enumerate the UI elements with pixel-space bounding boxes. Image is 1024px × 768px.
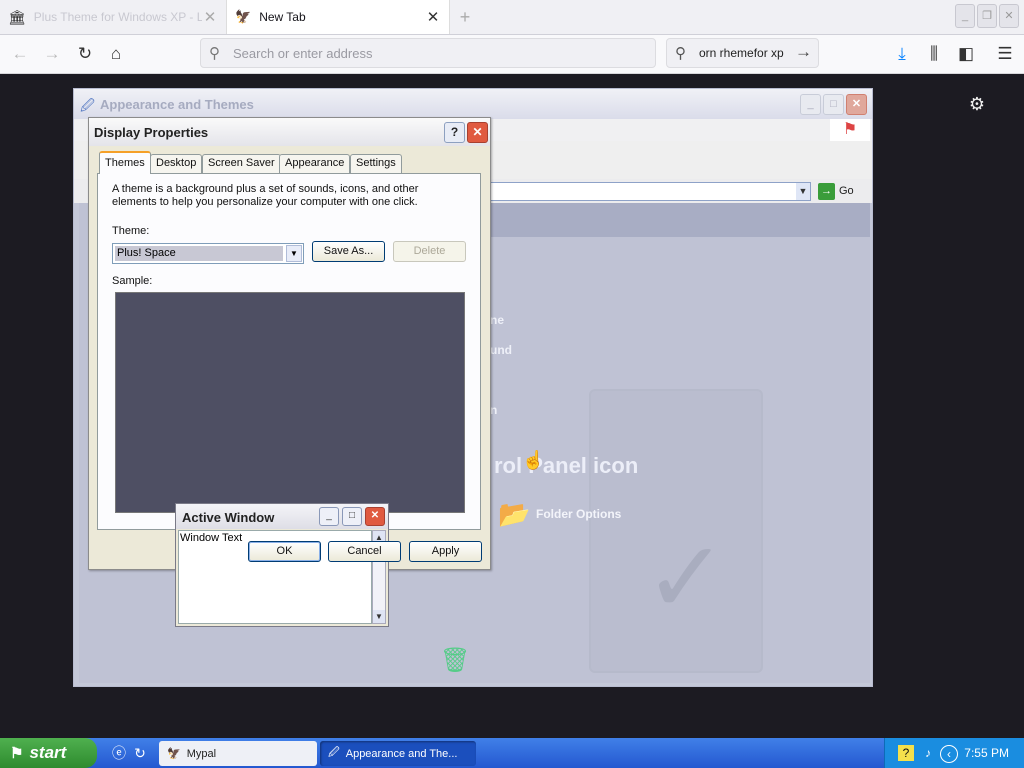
plus-icon[interactable]: + — [454, 6, 476, 28]
task-link[interactable]: und — [490, 343, 512, 357]
preview-title: Active Window — [182, 510, 275, 525]
ok-button[interactable]: OK — [248, 541, 321, 562]
search-query: orn rhemefor xp — [699, 46, 784, 60]
delete-button[interactable]: Delete — [393, 241, 466, 262]
taskbar-item-mypal[interactable]: 🦅 Mypal — [159, 741, 317, 766]
save-as-button[interactable]: Save As... — [312, 241, 385, 262]
maximize-button[interactable]: □ — [823, 94, 844, 115]
search-box[interactable]: ⚲ orn rhemefor xp → — [666, 38, 819, 68]
nav-toolbar: ← → ↻ ⌂ ⚲ Search or enter address ⚲ orn … — [0, 35, 1024, 74]
dialog-titlebar[interactable]: Display Properties ? ✕ — [89, 118, 490, 146]
sample-preview: Active Window _ □ ✕ Window Text ▲ ▼ 🗑 — [115, 292, 470, 674]
home-icon[interactable]: ⌂ — [104, 42, 128, 66]
theme-select[interactable]: Plus! Space ▼ — [112, 243, 304, 264]
go-label: Go — [839, 185, 854, 197]
minimize-icon: _ — [319, 507, 339, 526]
address-placeholder: Search or enter address — [233, 46, 373, 61]
speaker-icon[interactable]: ♪ — [920, 745, 936, 761]
reload-icon[interactable]: ↻ — [73, 42, 97, 66]
back-icon[interactable]: ← — [8, 42, 32, 66]
forward-icon[interactable]: → — [40, 42, 64, 66]
address-bar[interactable]: ⚲ Search or enter address — [200, 38, 656, 68]
close-icon[interactable]: ✕ — [999, 4, 1019, 28]
close-icon: ✕ — [365, 507, 385, 526]
restore-icon[interactable]: ❐ — [977, 4, 997, 28]
close-button[interactable]: ✕ — [467, 122, 488, 143]
gear-icon[interactable]: ⚙ — [967, 94, 987, 114]
tab-screen-saver[interactable]: Screen Saver — [202, 154, 281, 173]
task-label: Mypal — [186, 747, 217, 760]
theme-label: Theme: — [112, 225, 150, 237]
tab-themes[interactable]: Themes — [99, 151, 151, 174]
sidebar-icon[interactable]: ◧ — [954, 42, 978, 66]
close-button[interactable]: ✕ — [846, 94, 867, 115]
minimize-icon[interactable]: _ — [955, 4, 975, 28]
menu-icon[interactable]: ☰ — [993, 42, 1017, 66]
start-button[interactable]: ⚑ start — [0, 738, 97, 768]
go-button[interactable]: → Go — [818, 182, 854, 200]
close-tab-icon[interactable]: ✕ — [425, 8, 441, 26]
tab-title: Plus Theme for Windows XP - Lo.. — [33, 10, 202, 24]
internet-explorer-icon[interactable]: ⓔ — [110, 744, 128, 762]
minimize-button[interactable]: _ — [800, 94, 821, 115]
display-properties-dialog: Display Properties ? ✕ Themes Desktop Sc… — [88, 117, 491, 674]
checkmark-icon: ✓ — [644, 522, 728, 634]
download-icon[interactable]: ⤓ — [890, 42, 914, 66]
chevron-down-icon[interactable]: ▼ — [286, 245, 302, 262]
chevron-down-icon: ▼ — [373, 610, 385, 623]
folder-options-link[interactable]: Folder Options — [536, 507, 621, 521]
window-title: Appearance and Themes — [100, 97, 254, 112]
taskbar — [0, 738, 1024, 768]
window-titlebar[interactable]: 🖉 Appearance and Themes _ □ ✕ — [74, 89, 872, 119]
windows-logo-icon: ⚑ — [830, 119, 870, 141]
content-header — [464, 203, 870, 237]
cancel-button[interactable]: Cancel — [328, 541, 401, 562]
refresh-icon[interactable]: ↻ — [131, 744, 149, 762]
tab-title: New Tab — [259, 10, 306, 24]
tab-new-tab[interactable]: 🦅 New Tab ✕ — [226, 0, 450, 34]
tab-settings[interactable]: Settings — [350, 154, 402, 173]
tab-appearance[interactable]: Appearance — [279, 154, 351, 173]
search-icon: ⚲ — [209, 45, 220, 62]
clock: 7:55 PM — [964, 746, 1009, 760]
hand-cursor-icon: ☝ — [522, 450, 545, 470]
search-icon: ⚲ — [675, 45, 686, 62]
sample-label: Sample: — [112, 275, 153, 287]
control-panel-icon: 🖉 — [80, 97, 95, 113]
address-field[interactable] — [469, 182, 811, 201]
close-tab-icon[interactable]: ✕ — [202, 8, 218, 26]
windows-flag-icon: ⚑ — [10, 745, 24, 762]
recycle-bin-icon: 🗑 — [440, 647, 471, 674]
pick-icon-heading: rol Panel icon — [494, 453, 639, 478]
page-scrollbar[interactable] — [1008, 74, 1024, 738]
tab-desktop[interactable]: Desktop — [150, 154, 203, 173]
apply-button[interactable]: Apply — [409, 541, 482, 562]
folder-icon[interactable]: 📂 — [498, 499, 530, 530]
preview-window: Active Window _ □ ✕ Window Text ▲ ▼ — [175, 503, 389, 627]
maximize-icon: □ — [342, 507, 362, 526]
dialog-title: Display Properties — [94, 125, 209, 140]
theme-description: A theme is a background plus a set of so… — [112, 183, 419, 208]
arrow-right-icon: → — [818, 182, 835, 200]
library-icon[interactable]: ⫼ — [922, 42, 946, 66]
help-icon[interactable]: ? — [898, 745, 914, 761]
museum-icon: 🏛 — [8, 8, 26, 25]
mypal-icon: 🦅 — [167, 748, 181, 760]
tab-plus-theme[interactable]: 🏛 Plus Theme for Windows XP - Lo.. ✕ — [0, 0, 226, 34]
task-link[interactable]: n — [490, 403, 497, 417]
chevron-left-icon[interactable]: ‹ — [940, 745, 958, 763]
control-panel-icon: 🖉 — [328, 747, 340, 759]
start-label: start — [29, 743, 67, 762]
help-button[interactable]: ? — [444, 122, 465, 143]
task-link[interactable]: ne — [490, 313, 504, 327]
theme-selected-value: Plus! Space — [115, 246, 283, 261]
mypal-icon: 🦅 — [235, 9, 252, 24]
chevron-down-icon[interactable]: ▼ — [796, 183, 810, 200]
preview-titlebar: Active Window _ □ ✕ — [176, 504, 388, 529]
task-label: Appearance and The... — [345, 747, 458, 760]
taskbar-item-appearance[interactable]: 🖉 Appearance and The... — [320, 741, 476, 766]
arrow-right-icon[interactable]: → — [795, 42, 812, 62]
